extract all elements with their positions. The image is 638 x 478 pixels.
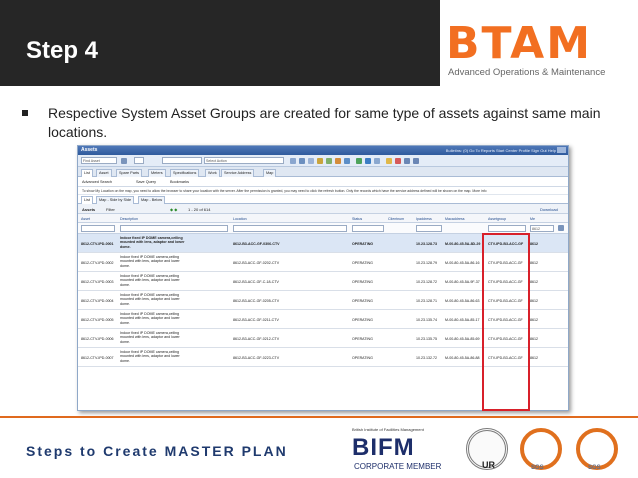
ur-label: UR [482,460,495,470]
slide: Step 4 BTAM Advanced Operations & Mainte… [0,0,638,478]
tab-service-address[interactable]: Service Address [221,169,255,177]
footer-title: Steps to Create MASTER PLAN [26,443,288,459]
location-info-text: To show My Location on the map, you need… [78,187,568,195]
top-links[interactable]: Bulletins: (0) Go To Reports Start Cente… [446,148,556,153]
window-title: Assets [81,147,98,153]
find-asset-input[interactable]: Find Asset [81,157,117,164]
filter-me-input[interactable]: 8612 [530,225,554,232]
col-me[interactable]: Me [530,217,535,221]
table-header: Asset Description Location Status Client… [78,214,568,223]
col-status[interactable]: Status [352,217,362,221]
sgs-seal-1 [520,428,562,470]
bifm-badge: British Institute of Facilities Manageme… [352,427,460,475]
new-record-icon[interactable] [290,158,296,164]
save-query-link[interactable]: Save Query [136,180,156,184]
folder-icon[interactable] [386,158,392,164]
list-label: Assets [82,207,96,212]
filter-ip-input[interactable] [416,225,442,232]
workorder-icon[interactable] [356,158,362,164]
assetgroup-highlight-box [482,233,530,411]
bifm-caption: British Institute of Facilities Manageme… [352,427,424,432]
help-icon[interactable] [557,147,566,153]
search-actions-bar: Advanced Search Save Query Bookmarks [78,177,568,187]
main-tabs: List Asset Spare Parts Meters Specificat… [78,167,568,177]
search-icon[interactable] [121,158,127,164]
sgs-seal-2 [576,428,618,470]
edit-icon[interactable] [317,158,323,164]
sgs-label-2: SGS [588,465,601,471]
footer-divider [0,416,638,418]
header-band: Step 4 [0,0,440,86]
advanced-search-link[interactable]: Advanced Search [82,180,112,184]
col-assetgroup[interactable]: Assetgroup [488,217,506,221]
print-icon[interactable] [413,158,419,164]
filter-location-input[interactable] [233,225,347,232]
col-location[interactable]: Location [233,217,247,221]
col-asset[interactable]: Asset [81,217,90,221]
pager-text: 1 - 20 of 614 [188,207,211,212]
map-icon[interactable] [344,158,350,164]
save-icon[interactable] [299,158,305,164]
bifm-logo: BIFM [352,434,415,461]
query-select[interactable] [162,157,202,164]
tab-spare-parts[interactable]: Spare Parts [116,169,143,177]
select-action-dropdown[interactable]: Select Action [204,157,284,164]
refresh-icon[interactable] [326,158,332,164]
step-title: Step 4 [26,37,99,64]
list-toolbar: Assets Filter ◆ ◆ 1 - 20 of 614 Download [78,204,568,214]
bullet-text: Respective System Asset Groups are creat… [48,105,601,140]
bookmarks-link[interactable]: Bookmarks [170,180,189,184]
filter-assetgroup-input[interactable] [488,225,526,232]
window-title-bar: Assets Bulletins: (0) Go To Reports Star… [78,146,568,155]
subtab-list[interactable]: List [81,196,93,204]
logo-letters: BTAM [446,18,592,69]
sgs-label-1: SGS [531,465,544,471]
tab-work[interactable]: Work [205,169,220,177]
tab-list[interactable]: List [81,169,93,177]
btam-logo: BTAM Advanced Operations & Maintenance [446,20,636,82]
bifm-member-text: CORPORATE MEMBER [354,462,442,471]
tab-map[interactable]: Map [263,169,277,177]
bullet-square-icon [22,110,28,116]
search-options[interactable] [134,157,144,164]
subtab-map-side[interactable]: Map - Side by Side [96,196,135,204]
app-toolbar: Find Asset Select Action [78,155,568,167]
list-subtabs: List Map - Side by Side Map - Below [78,195,568,204]
filter-asset-input[interactable] [81,225,115,232]
filter-link[interactable]: Filter [106,207,115,212]
bulletin-icon[interactable] [308,158,314,164]
tab-specifications[interactable]: Specifications [170,169,200,177]
subtab-map-below[interactable]: Map - Below [138,196,166,204]
col-ipaddress[interactable]: Ipaddress [416,217,432,221]
col-description[interactable]: Description [120,217,138,221]
filter-search-icon[interactable] [558,225,564,231]
filter-status-input[interactable] [352,225,384,232]
delete-icon[interactable] [395,158,401,164]
logo-subtitle: Advanced Operations & Maintenance [448,67,606,78]
route-icon[interactable] [335,158,341,164]
col-macaddress[interactable]: Macaddress [445,217,465,221]
download-link[interactable]: Download [540,207,558,212]
tab-meters[interactable]: Meters [148,169,166,177]
view-icon[interactable] [374,158,380,164]
report-icon[interactable] [365,158,371,164]
next-page-icon[interactable]: ◆ ◆ [170,207,177,212]
col-clientnum[interactable]: Clientnum [388,217,404,221]
tab-asset[interactable]: Asset [96,169,112,177]
filter-description-input[interactable] [120,225,228,232]
copy-icon[interactable] [404,158,410,164]
